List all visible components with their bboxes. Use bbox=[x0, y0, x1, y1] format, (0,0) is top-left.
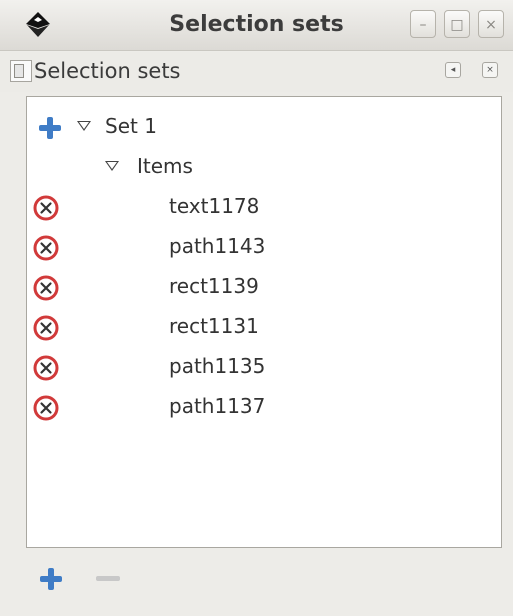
items-group-row[interactable]: Items bbox=[27, 147, 501, 187]
dock-close-button[interactable]: × bbox=[482, 62, 498, 78]
remove-item-icon[interactable] bbox=[33, 275, 59, 301]
list-item[interactable]: text1178 bbox=[27, 187, 501, 227]
selection-sets-tree[interactable]: Set 1 Items text1178 path1143 rect1139 r… bbox=[26, 96, 502, 548]
list-item[interactable]: path1143 bbox=[27, 227, 501, 267]
item-label: path1135 bbox=[169, 354, 266, 378]
item-label: text1178 bbox=[169, 194, 260, 218]
expand-set-icon[interactable] bbox=[77, 121, 91, 131]
item-label: path1143 bbox=[169, 234, 266, 258]
dock-iconify-button[interactable]: ◂ bbox=[445, 62, 461, 78]
dock-panel-icon bbox=[10, 60, 32, 82]
minimize-button[interactable]: – bbox=[410, 10, 436, 38]
item-label: rect1131 bbox=[169, 314, 259, 338]
window-title: Selection sets bbox=[169, 12, 344, 37]
add-to-set-icon[interactable] bbox=[39, 117, 61, 139]
dock-header: Selection sets ◂ × bbox=[0, 52, 513, 92]
list-item[interactable]: path1135 bbox=[27, 347, 501, 387]
window-titlebar[interactable]: Selection sets – □ × bbox=[0, 0, 513, 51]
expand-items-icon[interactable] bbox=[105, 161, 119, 171]
remove-item-icon[interactable] bbox=[33, 195, 59, 221]
remove-set-icon[interactable] bbox=[96, 576, 120, 581]
remove-item-icon[interactable] bbox=[33, 395, 59, 421]
items-group-label: Items bbox=[137, 154, 193, 178]
bottom-toolbar bbox=[26, 552, 502, 602]
selection-sets-window: Selection sets – □ × Selection sets ◂ × … bbox=[0, 0, 513, 616]
list-item[interactable]: rect1131 bbox=[27, 307, 501, 347]
item-label: path1137 bbox=[169, 394, 266, 418]
remove-item-icon[interactable] bbox=[33, 235, 59, 261]
add-set-icon[interactable] bbox=[40, 568, 62, 590]
item-label: rect1139 bbox=[169, 274, 259, 298]
set-label: Set 1 bbox=[105, 114, 157, 138]
remove-item-icon[interactable] bbox=[33, 315, 59, 341]
list-item[interactable]: path1137 bbox=[27, 387, 501, 427]
close-button[interactable]: × bbox=[478, 10, 504, 38]
maximize-button[interactable]: □ bbox=[444, 10, 470, 38]
remove-item-icon[interactable] bbox=[33, 355, 59, 381]
list-item[interactable]: rect1139 bbox=[27, 267, 501, 307]
set-row[interactable]: Set 1 bbox=[27, 107, 501, 147]
dock-title: Selection sets bbox=[34, 59, 181, 83]
